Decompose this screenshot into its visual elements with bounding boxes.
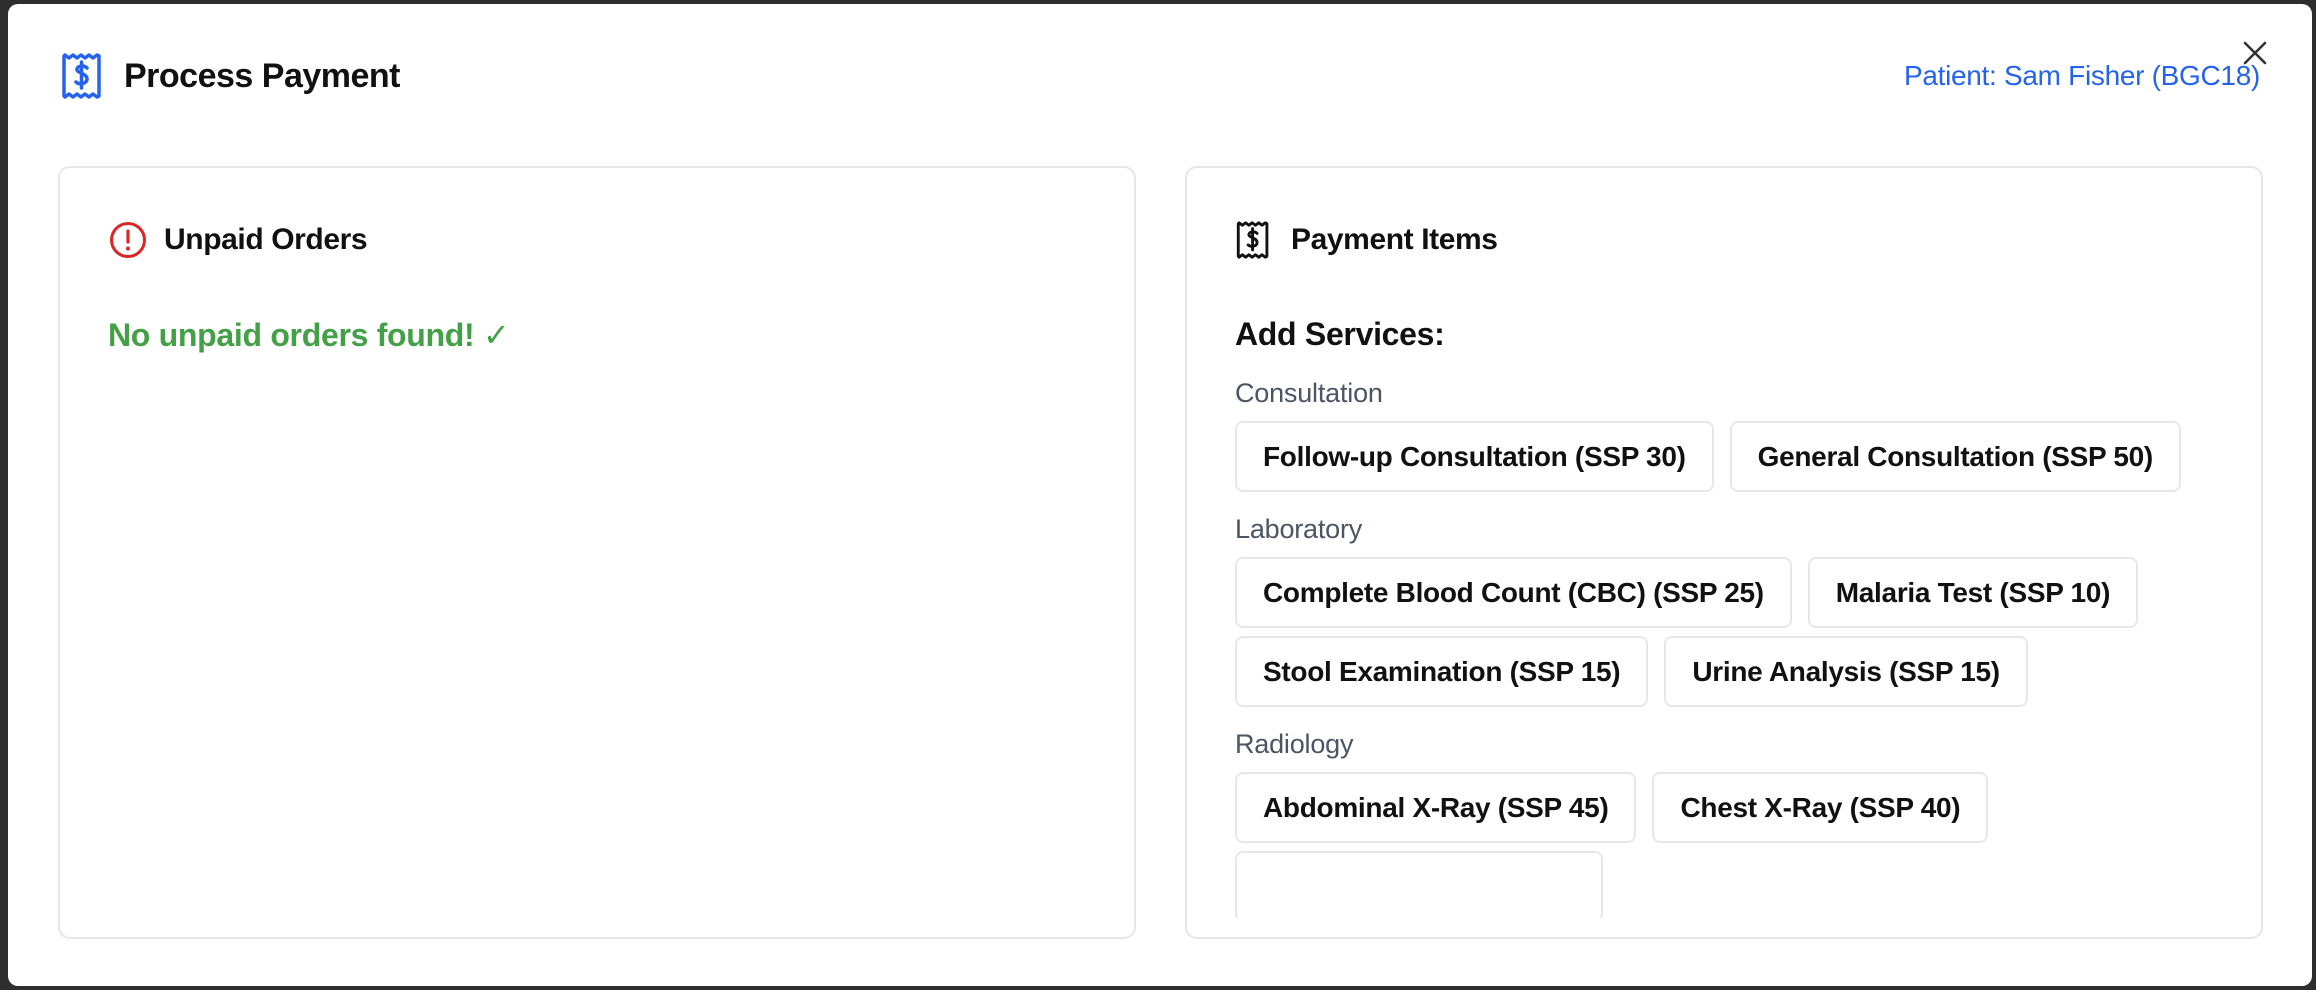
service-urine-analysis-button[interactable]: Urine Analysis (SSP 15) (1664, 636, 2028, 707)
services-list[interactable]: Consultation Follow-up Consultation (SSP… (1235, 378, 2235, 918)
service-row: Abdominal X-Ray (SSP 45) Chest X-Ray (SS… (1235, 772, 2235, 843)
add-services-label: Add Services: (1235, 316, 1445, 352)
modal-title: Process Payment (124, 57, 401, 95)
receipt-dollar-icon (60, 52, 104, 100)
category-label: Consultation (1235, 378, 1383, 408)
modal-header: Process Payment Patient: Sam Fisher (BGC… (60, 52, 2260, 112)
service-row: Stool Examination (SSP 15) Urine Analysi… (1235, 636, 2235, 707)
service-follow-up-consultation-button[interactable]: Follow-up Consultation (SSP 30) (1235, 421, 1714, 492)
category-label: Laboratory (1235, 514, 1363, 544)
unpaid-orders-header: Unpaid Orders (108, 220, 368, 260)
service-malaria-test-button[interactable]: Malaria Test (SSP 10) (1807, 557, 2139, 628)
category-consultation: Consultation Follow-up Consultation (SSP… (1235, 378, 2235, 492)
payment-items-heading: Payment Items (1291, 223, 1498, 256)
service-row (1235, 851, 2235, 918)
patient-label: Patient: Sam Fisher (BGC18) (1903, 60, 2260, 91)
category-label: Radiology (1235, 729, 1354, 759)
service-cbc-button[interactable]: Complete Blood Count (CBC) (SSP 25) (1235, 557, 1792, 628)
payment-items-panel: Payment Items Add Services: Consultation… (1185, 166, 2263, 939)
service-button-clipped[interactable] (1235, 851, 1603, 918)
title-wrap: Process Payment (60, 52, 401, 100)
service-row: Follow-up Consultation (SSP 30) General … (1235, 421, 2235, 492)
service-general-consultation-button[interactable]: General Consultation (SSP 50) (1729, 421, 2181, 492)
category-radiology: Radiology Abdominal X-Ray (SSP 45) Chest… (1235, 729, 2235, 918)
service-row: Complete Blood Count (CBC) (SSP 25) Mala… (1235, 557, 2235, 628)
alert-circle-icon (108, 220, 148, 260)
category-laboratory: Laboratory Complete Blood Count (CBC) (S… (1235, 514, 2235, 707)
receipt-dollar-icon (1235, 220, 1275, 260)
unpaid-orders-panel: Unpaid Orders No unpaid orders found! ✓ (58, 166, 1136, 939)
service-abdominal-xray-button[interactable]: Abdominal X-Ray (SSP 45) (1235, 772, 1637, 843)
service-chest-xray-button[interactable]: Chest X-Ray (SSP 40) (1652, 772, 1989, 843)
no-unpaid-orders-message: No unpaid orders found! ✓ (108, 317, 510, 353)
unpaid-orders-heading: Unpaid Orders (164, 223, 368, 256)
service-stool-examination-button[interactable]: Stool Examination (SSP 15) (1235, 636, 1649, 707)
payment-items-header: Payment Items (1235, 220, 1498, 260)
close-icon[interactable] (2240, 38, 2270, 68)
process-payment-modal: Process Payment Patient: Sam Fisher (BGC… (8, 4, 2312, 986)
